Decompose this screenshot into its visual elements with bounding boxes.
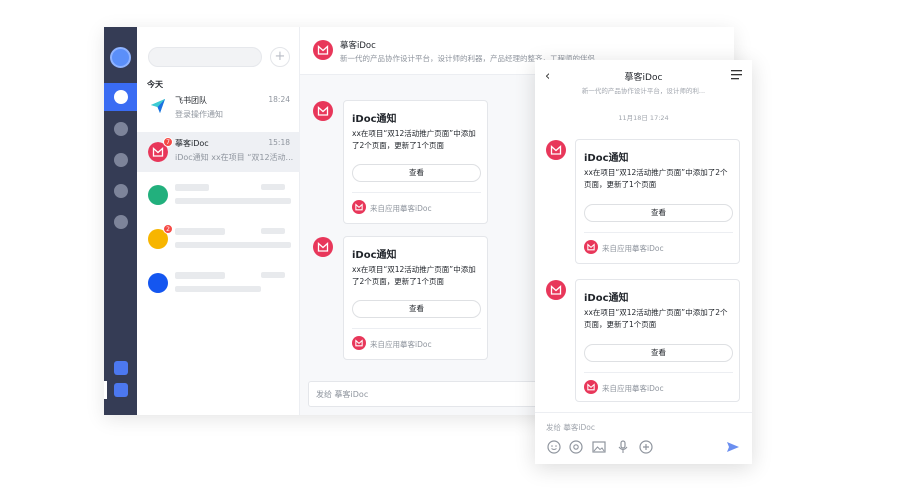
search-input[interactable] (148, 47, 262, 67)
blurred-text (175, 228, 225, 235)
message-text: xx在项目“双12活动推广页面”中添加了2个页面，更新了1个页面 (584, 308, 728, 329)
message-source: 来自应用摹客iDoc (370, 340, 432, 349)
microphone-icon[interactable] (616, 440, 630, 454)
mobile-title: 摹客iDoc (624, 73, 663, 83)
divider (352, 328, 481, 329)
list-item[interactable] (137, 175, 300, 213)
view-button[interactable]: 查看 (352, 164, 481, 182)
message-card: iDoc通知 xx在项目“双12活动推广页面”中添加了2个页面，更新了1个页面 … (575, 139, 740, 264)
mobile-chat-panel: ‹ 摹客iDoc 新一代的产品协作设计平台，设计师的利... 11月18日 17… (535, 60, 752, 464)
blurred-text (261, 272, 285, 278)
blurred-text (175, 198, 291, 204)
view-button[interactable]: 查看 (584, 204, 733, 222)
idoc-logo-icon (352, 336, 366, 350)
chat-preview: iDoc通知 xx在项目 “双12活动... (175, 153, 293, 162)
add-chat-button[interactable]: + (270, 47, 290, 67)
blurred-text (175, 286, 261, 292)
chat-name: 飞书团队 (175, 96, 207, 105)
paper-plane-icon (151, 99, 165, 113)
divider (584, 232, 733, 233)
message-source: 来自应用摹客iDoc (602, 244, 664, 253)
chat-list-panel: + 今天 飞书团队 18:24 登录操作通知 7 摹客iDoc 15:18 iD… (137, 27, 300, 415)
chat-time: 15:18 (268, 138, 290, 147)
app-icon[interactable] (114, 361, 128, 375)
nav-active-indicator (104, 381, 107, 399)
message-title: iDoc通知 (584, 153, 629, 164)
send-icon[interactable] (726, 440, 740, 454)
circle-icon[interactable] (114, 122, 128, 136)
chat-icon[interactable] (114, 90, 128, 104)
idoc-logo-icon (546, 140, 566, 160)
nav-rail (104, 27, 137, 415)
avatar (148, 185, 168, 205)
message-card: iDoc通知 xx在项目“双12活动推广页面”中添加了2个页面，更新了1个页面 … (343, 236, 488, 360)
divider (584, 372, 733, 373)
idoc-logo-icon (546, 280, 566, 300)
blurred-text (261, 184, 285, 190)
input-placeholder: 发给 摹客iDoc (316, 390, 369, 399)
unread-badge: 2 (163, 224, 173, 234)
blurred-text (175, 242, 291, 248)
message-card: iDoc通知 xx在项目“双12活动推广页面”中添加了2个页面，更新了1个页面 … (575, 279, 740, 402)
idoc-logo-icon (352, 200, 366, 214)
avatar-icon[interactable] (110, 47, 131, 68)
view-button[interactable]: 查看 (584, 344, 733, 362)
at-icon[interactable] (569, 440, 583, 454)
divider (352, 192, 481, 193)
circle-icon[interactable] (114, 215, 128, 229)
image-icon[interactable] (592, 440, 606, 454)
message-title: iDoc通知 (584, 293, 629, 304)
message-input[interactable]: 发给 摹客iDoc (308, 381, 538, 407)
emoji-icon[interactable] (547, 440, 561, 454)
blurred-text (261, 228, 285, 234)
app-icon[interactable] (114, 383, 128, 397)
list-item[interactable] (137, 263, 300, 301)
date-divider: 11月18日 17:24 (618, 114, 669, 122)
mobile-subtitle: 新一代的产品协作设计平台，设计师的利... (581, 87, 706, 95)
idoc-logo-icon (584, 380, 598, 394)
plus-circle-icon[interactable] (639, 440, 653, 454)
list-item[interactable]: 飞书团队 18:24 登录操作通知 (137, 89, 300, 127)
list-item[interactable]: 7 摹客iDoc 15:18 iDoc通知 xx在项目 “双12活动... (137, 132, 300, 172)
blurred-text (175, 272, 225, 279)
chat-time: 18:24 (268, 95, 290, 104)
message-source: 来自应用摹客iDoc (602, 384, 664, 393)
avatar (148, 273, 168, 293)
message-text: xx在项目“双12活动推广页面”中添加了2个页面，更新了1个页面 (352, 129, 476, 150)
mobile-input-area: 发给 摹客iDoc (535, 412, 752, 464)
idoc-logo-icon (584, 240, 598, 254)
idoc-logo-icon (313, 237, 333, 257)
conversation-title: 摹客iDoc (340, 41, 376, 51)
view-button[interactable]: 查看 (352, 300, 481, 318)
message-title: iDoc通知 (352, 114, 397, 125)
menu-icon[interactable] (731, 70, 742, 80)
message-source: 来自应用摹客iDoc (370, 204, 432, 213)
message-text: xx在项目“双12活动推广页面”中添加了2个页面，更新了1个页面 (352, 265, 476, 286)
idoc-logo-icon (313, 40, 333, 60)
message-card: iDoc通知 xx在项目“双12活动推广页面”中添加了2个页面，更新了1个页面 … (343, 100, 488, 224)
list-item[interactable]: 2 (137, 219, 300, 257)
message-title: iDoc通知 (352, 250, 397, 261)
circle-icon[interactable] (114, 184, 128, 198)
message-input[interactable]: 发给 摹客iDoc (546, 422, 595, 433)
idoc-logo-icon (313, 101, 333, 121)
chat-name: 摹客iDoc (175, 139, 209, 148)
chat-preview: 登录操作通知 (175, 110, 223, 119)
blurred-text (175, 184, 209, 191)
circle-icon[interactable] (114, 153, 128, 167)
message-text: xx在项目“双12活动推广页面”中添加了2个页面，更新了1个页面 (584, 168, 728, 189)
mobile-header: ‹ 摹客iDoc 新一代的产品协作设计平台，设计师的利... (535, 60, 752, 100)
unread-badge: 7 (163, 137, 173, 147)
